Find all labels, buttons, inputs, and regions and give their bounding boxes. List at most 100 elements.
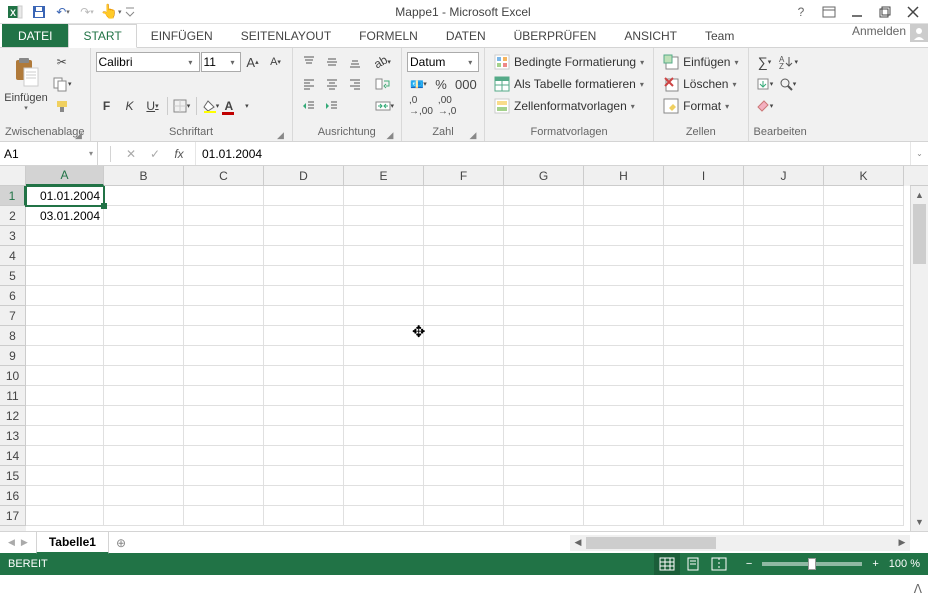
cell[interactable]: [184, 306, 264, 326]
row-header[interactable]: 11: [0, 386, 26, 406]
column-header[interactable]: G: [504, 166, 584, 186]
row-header[interactable]: 10: [0, 366, 26, 386]
collapse-ribbon-icon[interactable]: ᐱ: [914, 582, 922, 596]
cell[interactable]: [504, 266, 584, 286]
font-size-input[interactable]: [204, 55, 228, 69]
cell[interactable]: [26, 286, 104, 306]
row-header[interactable]: 7: [0, 306, 26, 326]
column-header[interactable]: B: [104, 166, 184, 186]
cell[interactable]: [26, 246, 104, 266]
align-middle-icon[interactable]: [321, 51, 343, 73]
cell[interactable]: [26, 306, 104, 326]
cell[interactable]: [824, 506, 904, 526]
cell[interactable]: [424, 306, 504, 326]
cell[interactable]: [664, 366, 744, 386]
scroll-thumb[interactable]: [586, 537, 716, 549]
merge-center-icon[interactable]: ▾: [373, 95, 397, 117]
cell-styles-button[interactable]: Zellenformatvorlagen▾: [490, 95, 648, 117]
cell[interactable]: [584, 366, 664, 386]
cell[interactable]: [824, 266, 904, 286]
normal-view-icon[interactable]: [654, 553, 680, 575]
find-select-icon[interactable]: ▾: [777, 73, 799, 95]
cell[interactable]: [424, 226, 504, 246]
cell[interactable]: [744, 406, 824, 426]
cell[interactable]: [184, 186, 264, 206]
vertical-scrollbar[interactable]: ▲ ▼: [910, 186, 928, 531]
cell[interactable]: [584, 246, 664, 266]
italic-button[interactable]: K: [119, 95, 141, 117]
cell[interactable]: [264, 246, 344, 266]
cell[interactable]: [264, 506, 344, 526]
bold-button[interactable]: F: [96, 95, 118, 117]
cell[interactable]: [264, 366, 344, 386]
cell[interactable]: [424, 466, 504, 486]
cell[interactable]: 03.01.2004: [26, 206, 104, 226]
column-header[interactable]: E: [344, 166, 424, 186]
cell[interactable]: [824, 366, 904, 386]
cell[interactable]: [104, 266, 184, 286]
launcher-icon[interactable]: ◢: [384, 128, 396, 140]
align-left-icon[interactable]: [298, 73, 320, 95]
cell[interactable]: [264, 426, 344, 446]
cell[interactable]: [104, 226, 184, 246]
cell[interactable]: [504, 346, 584, 366]
cell[interactable]: [664, 386, 744, 406]
fill-icon[interactable]: ▾: [754, 73, 776, 95]
cell[interactable]: [344, 406, 424, 426]
cell[interactable]: [344, 426, 424, 446]
cell[interactable]: [664, 506, 744, 526]
zoom-in-icon[interactable]: +: [868, 558, 882, 570]
sort-filter-icon[interactable]: AZ▾: [777, 51, 801, 73]
cell[interactable]: [584, 446, 664, 466]
redo-icon[interactable]: ↷▾: [76, 2, 98, 22]
cell[interactable]: [744, 446, 824, 466]
column-header[interactable]: D: [264, 166, 344, 186]
cell[interactable]: [26, 326, 104, 346]
cell[interactable]: [424, 406, 504, 426]
cell[interactable]: [344, 186, 424, 206]
horizontal-scrollbar[interactable]: ◀ ▶: [570, 535, 910, 551]
launcher-icon[interactable]: ◢: [467, 128, 479, 140]
cell[interactable]: [424, 206, 504, 226]
cell[interactable]: [184, 426, 264, 446]
cell[interactable]: [264, 406, 344, 426]
cell[interactable]: [104, 366, 184, 386]
cell[interactable]: [184, 286, 264, 306]
row-header[interactable]: 15: [0, 466, 26, 486]
column-header[interactable]: C: [184, 166, 264, 186]
cell[interactable]: [344, 366, 424, 386]
increase-indent-icon[interactable]: [321, 95, 343, 117]
name-box-input[interactable]: [4, 147, 89, 161]
sheet-tab[interactable]: Tabelle1: [36, 532, 109, 554]
comma-style-icon[interactable]: 000: [453, 73, 479, 95]
cell[interactable]: [584, 426, 664, 446]
tab-data[interactable]: DATEN: [432, 24, 500, 47]
cell[interactable]: [264, 226, 344, 246]
cell[interactable]: [104, 326, 184, 346]
align-right-icon[interactable]: [344, 73, 366, 95]
cell[interactable]: [26, 346, 104, 366]
cell[interactable]: [26, 406, 104, 426]
font-size-combo[interactable]: ▾: [201, 52, 241, 72]
cell[interactable]: [504, 286, 584, 306]
close-icon[interactable]: [902, 3, 924, 21]
cell[interactable]: [184, 266, 264, 286]
cell[interactable]: [664, 326, 744, 346]
tab-file[interactable]: DATEI: [2, 24, 68, 47]
cell[interactable]: [104, 206, 184, 226]
tab-start[interactable]: START: [68, 24, 136, 48]
undo-icon[interactable]: ↶▾: [52, 2, 74, 22]
cell[interactable]: [26, 266, 104, 286]
cell[interactable]: [424, 446, 504, 466]
column-header[interactable]: K: [824, 166, 904, 186]
cell[interactable]: [744, 326, 824, 346]
cell[interactable]: [504, 466, 584, 486]
cell[interactable]: [424, 506, 504, 526]
row-header[interactable]: 13: [0, 426, 26, 446]
zoom-level[interactable]: 100 %: [889, 558, 920, 570]
cell[interactable]: [344, 486, 424, 506]
fill-color-icon[interactable]: ▾: [200, 95, 222, 117]
cell[interactable]: [584, 346, 664, 366]
cell[interactable]: [424, 486, 504, 506]
cell[interactable]: [664, 286, 744, 306]
